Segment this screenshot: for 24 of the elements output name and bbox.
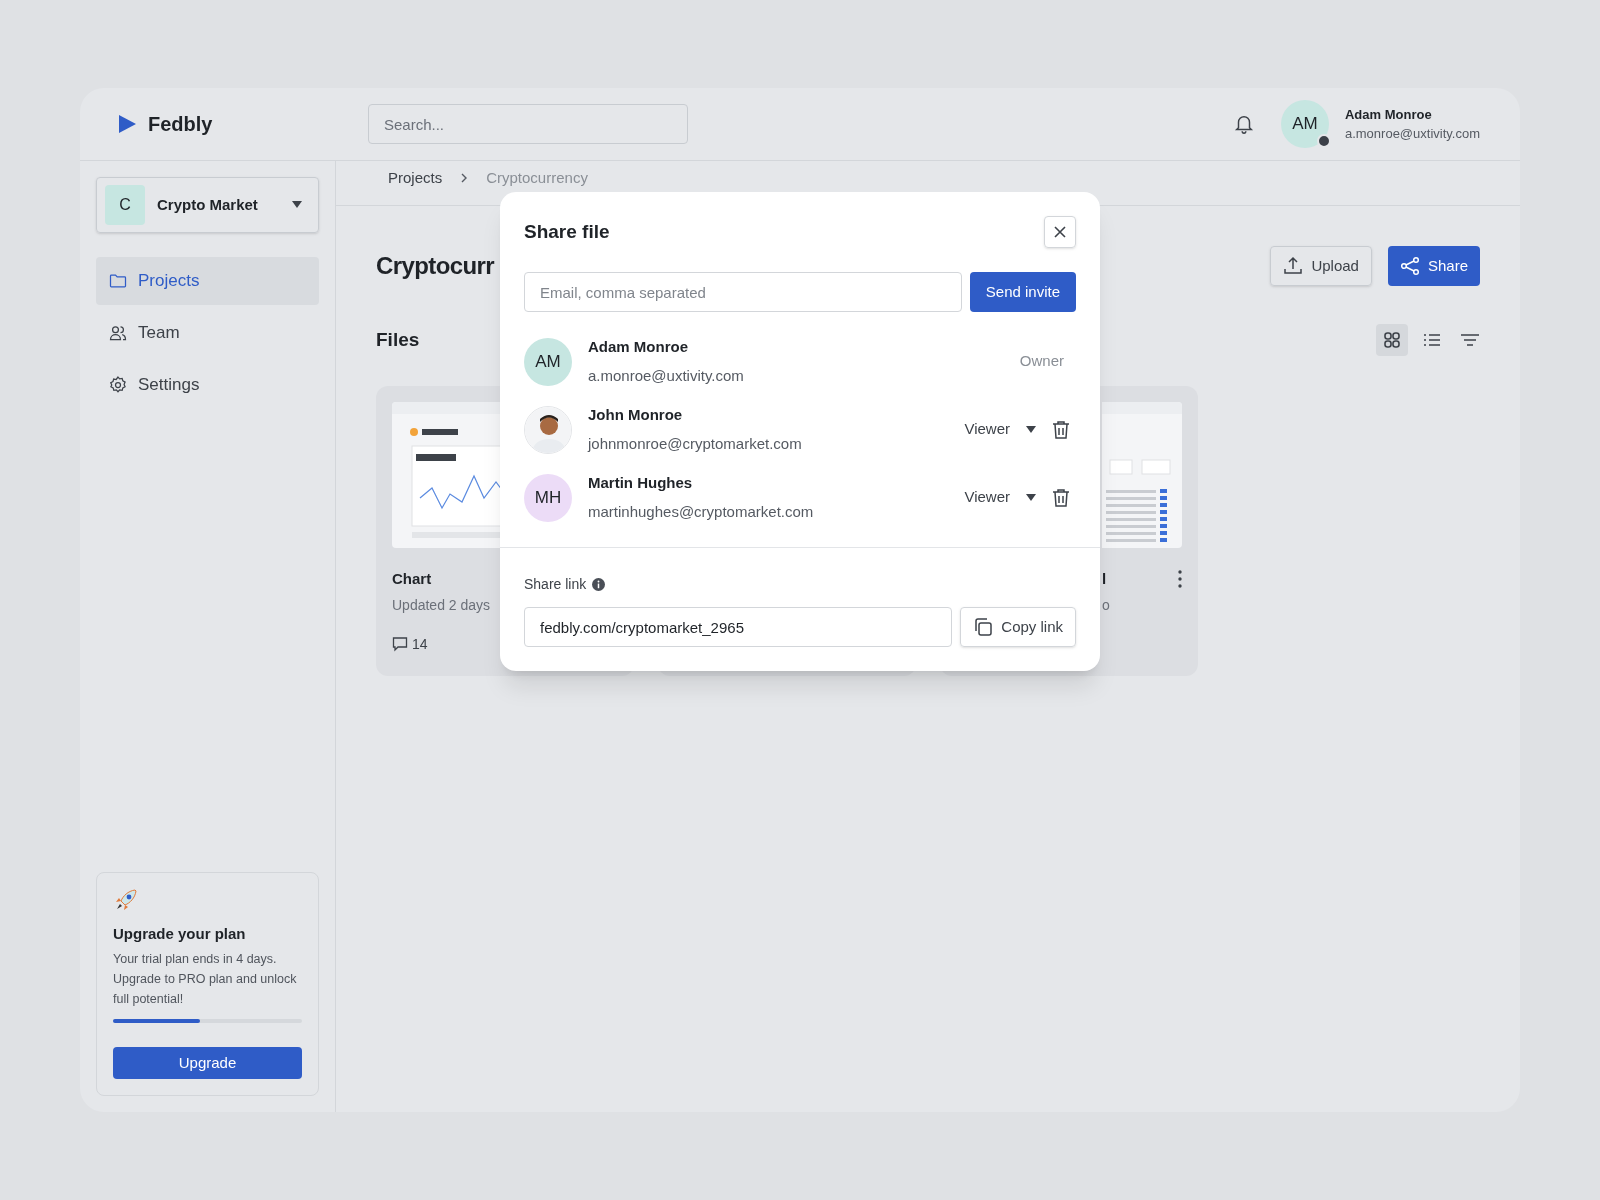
member-name: Martin Hughes [588,473,694,493]
workspace-avatar: C [105,185,145,225]
share-link-label: Share link [524,575,587,594]
user-name: Adam Monroe [1344,105,1433,124]
page-title: Cryptocurr [376,251,495,281]
section-title: Files [376,327,420,352]
member-name: Adam Monroe [588,337,689,357]
upgrade-title: Upgrade your plan [113,923,247,944]
file-title: l [1102,569,1107,589]
file-updated: Updated 2 days [392,595,491,615]
file-updated: o [1102,595,1110,615]
member-name: John Monroe [588,405,684,425]
modal-title: Share file [524,219,610,244]
logo-text: Fedbly [148,112,213,137]
member-email: martinhughes@cryptomarket.com [588,501,815,522]
user-avatar: AM [524,337,572,386]
member-email: johnmonroe@cryptomarket.com [588,433,803,454]
user-avatar: MH [524,473,572,522]
file-title: Chart [392,569,432,589]
upgrade-text: Your trial plan ends in 4 days. Upgrade to PRO plan and unlock full potential! [113,951,298,1008]
role-label: Owner [1019,351,1064,372]
member-email: a.monroe@uxtivity.com [588,365,745,386]
user-email: a.monroe@uxtivity.com [1344,125,1480,143]
comment-count: 14 [412,634,428,654]
